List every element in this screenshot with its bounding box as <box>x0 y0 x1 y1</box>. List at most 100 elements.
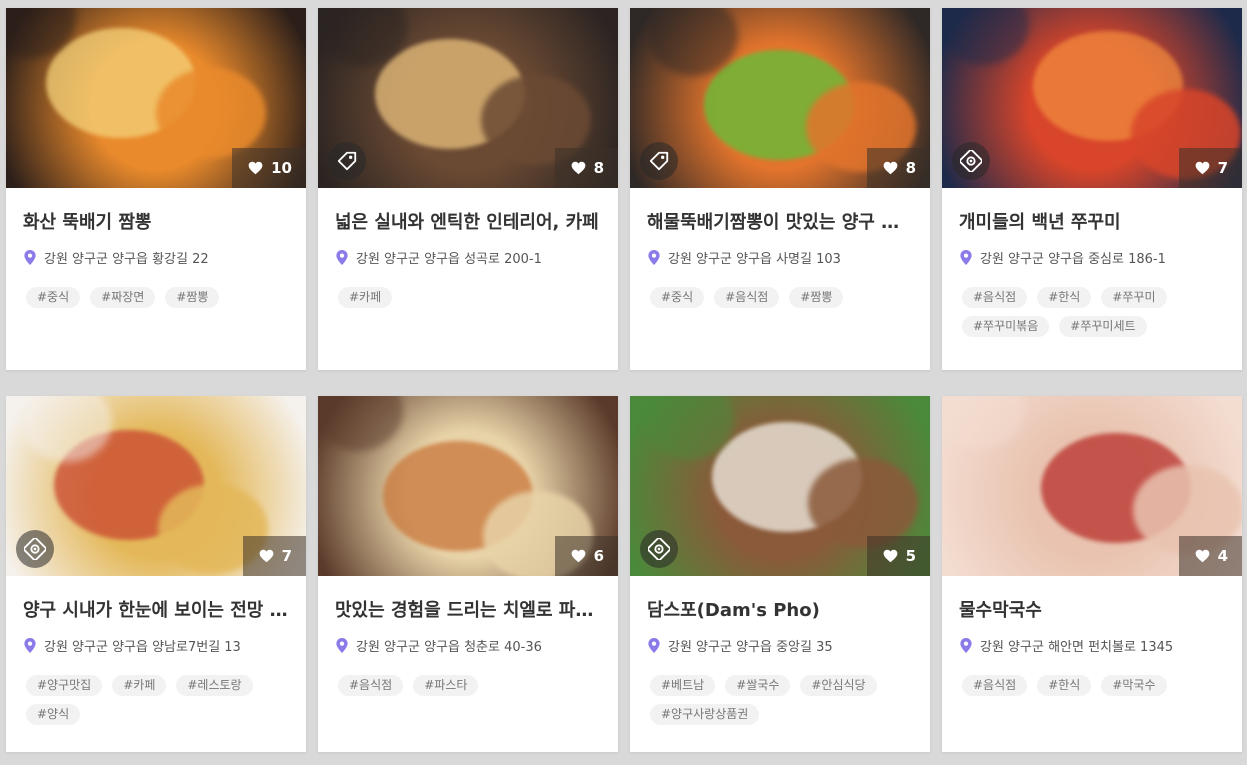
hashtag-chip[interactable]: #카페 <box>112 675 167 696</box>
photo-shape <box>156 68 266 158</box>
restaurant-photo[interactable]: 5 <box>630 396 930 576</box>
tag-list: #중식 #음식점 #짬뽕 <box>650 287 916 308</box>
location-pin-icon <box>336 250 348 265</box>
restaurant-card-link[interactable]: 7 개미들의 백년 쭈꾸미 강원 양구군 양구읍 중심로 186-1 #음식점 #… <box>942 8 1242 370</box>
hashtag-chip[interactable]: #쌀국수 <box>725 675 791 696</box>
hashtag-chip[interactable]: #베트남 <box>650 675 716 696</box>
tag-icon <box>649 151 669 171</box>
like-count: 8 <box>905 159 916 177</box>
hashtag-chip[interactable]: #양구사랑상품권 <box>650 704 760 725</box>
photo-shape <box>318 396 403 451</box>
hashtag-chip[interactable]: #음식점 <box>962 287 1028 308</box>
restaurant-title[interactable]: 해물뚝배기짬뽕이 맛있는 양구 중식당 <box>647 210 914 236</box>
hashtag-chip[interactable]: #짜장면 <box>90 287 156 308</box>
restaurant-card-6[interactable]: 6 맛있는 경험을 드리는 치엘로 파스타 강원 양구군 양구읍 청춘로 40-… <box>318 396 618 752</box>
tag-icon <box>337 151 357 171</box>
restaurant-card-link[interactable]: 8 넓은 실내와 엔틱한 인테리어, 카페 강원 양구군 양구읍 성곡로 200… <box>318 8 618 370</box>
hashtag-chip[interactable]: #중식 <box>650 287 705 308</box>
like-count-badge[interactable]: 6 <box>554 536 618 576</box>
hashtag-chip[interactable]: #짬뽕 <box>789 287 844 308</box>
like-count-badge[interactable]: 4 <box>1178 536 1242 576</box>
tag-list: #중식 #짜장면 #짬뽕 <box>26 287 292 308</box>
restaurant-photo[interactable]: 4 <box>942 396 1242 576</box>
tag-icon-badge <box>328 142 366 180</box>
restaurant-card-link[interactable]: 4 물수막국수 강원 양구군 해안면 펀치볼로 1345 #음식점 #한식 #막국수 <box>942 396 1242 752</box>
hashtag-chip[interactable]: #음식점 <box>338 675 404 696</box>
like-count-badge[interactable]: 7 <box>1178 148 1242 188</box>
restaurant-photo[interactable]: 6 <box>318 396 618 576</box>
hashtag-chip[interactable]: #파스타 <box>413 675 479 696</box>
like-count-badge[interactable]: 10 <box>232 148 306 188</box>
restaurant-card-link[interactable]: 7 양구 시내가 한눈에 보이는 전망 좋은 레스토랑 강원 양구군 양구읍 양… <box>6 396 306 752</box>
location-pin-icon <box>336 638 348 653</box>
like-count: 7 <box>1217 159 1228 177</box>
like-count: 10 <box>271 159 292 177</box>
tag-list: #카페 <box>338 287 604 308</box>
photo-shape <box>942 8 1029 65</box>
restaurant-card-3[interactable]: 8 해물뚝배기짬뽕이 맛있는 양구 중식당 강원 양구군 양구읍 사명길 103… <box>630 8 930 370</box>
like-count: 8 <box>593 159 604 177</box>
restaurant-card-link[interactable]: 10 화산 뚝배기 짬뽕 강원 양구군 양구읍 황강길 22 #중식 #짜장면 #짬… <box>6 8 306 370</box>
restaurant-title[interactable]: 화산 뚝배기 짬뽕 <box>23 210 290 236</box>
like-count-badge[interactable]: 5 <box>866 536 930 576</box>
restaurant-photo[interactable]: 8 <box>630 8 930 188</box>
address-text: 강원 양구군 양구읍 사명길 103 <box>668 252 841 267</box>
heart-icon <box>259 549 273 563</box>
restaurant-card-link[interactable]: 6 맛있는 경험을 드리는 치엘로 파스타 강원 양구군 양구읍 청춘로 40-… <box>318 396 618 752</box>
restaurant-photo[interactable]: 8 <box>318 8 618 188</box>
hashtag-chip[interactable]: #막국수 <box>1101 675 1167 696</box>
like-count: 4 <box>1217 547 1228 565</box>
restaurant-card-4[interactable]: 7 개미들의 백년 쭈꾸미 강원 양구군 양구읍 중심로 186-1 #음식점 #… <box>942 8 1242 370</box>
hashtag-chip[interactable]: #양식 <box>26 704 81 725</box>
photo-shape <box>942 396 1025 449</box>
restaurant-card-8[interactable]: 4 물수막국수 강원 양구군 해안면 펀치볼로 1345 #음식점 #한식 #막국수 <box>942 396 1242 752</box>
coupon-icon <box>960 150 982 172</box>
hashtag-chip[interactable]: #음식점 <box>714 287 780 308</box>
heart-icon <box>1195 549 1209 563</box>
restaurant-card-7[interactable]: 5 담스포(Dam's Pho) 강원 양구군 양구읍 중앙길 35 #베트남 #… <box>630 396 930 752</box>
hashtag-chip[interactable]: #한식 <box>1037 675 1092 696</box>
hashtag-chip[interactable]: #쭈꾸미 <box>1101 287 1167 308</box>
restaurant-title[interactable]: 물수막국수 <box>959 598 1226 624</box>
restaurant-photo[interactable]: 7 <box>942 8 1242 188</box>
coupon-icon-badge <box>16 530 54 568</box>
hashtag-chip[interactable]: #중식 <box>26 287 81 308</box>
restaurant-card-2[interactable]: 8 넓은 실내와 엔틱한 인테리어, 카페 강원 양구군 양구읍 성곡로 200… <box>318 8 618 370</box>
restaurant-card-link[interactable]: 8 해물뚝배기짬뽕이 맛있는 양구 중식당 강원 양구군 양구읍 사명길 103… <box>630 8 930 370</box>
restaurant-title[interactable]: 담스포(Dam's Pho) <box>647 598 914 624</box>
restaurant-card-link[interactable]: 5 담스포(Dam's Pho) 강원 양구군 양구읍 중앙길 35 #베트남 #… <box>630 396 930 752</box>
heart-icon <box>571 161 585 175</box>
restaurant-title[interactable]: 넓은 실내와 엔틱한 인테리어, 카페 <box>335 210 602 236</box>
like-count-badge[interactable]: 7 <box>242 536 306 576</box>
hashtag-chip[interactable]: #쭈꾸미세트 <box>1059 316 1147 337</box>
coupon-icon-badge <box>640 530 678 568</box>
like-count: 7 <box>281 547 292 565</box>
like-count: 5 <box>905 547 916 565</box>
hashtag-chip[interactable]: #음식점 <box>962 675 1028 696</box>
restaurant-address: 강원 양구군 양구읍 중심로 186-1 <box>960 248 1226 267</box>
restaurant-address: 강원 양구군 양구읍 중앙길 35 <box>648 636 914 655</box>
tag-list: #음식점 #한식 #막국수 <box>962 675 1228 696</box>
like-count-badge[interactable]: 8 <box>554 148 618 188</box>
restaurant-title[interactable]: 양구 시내가 한눈에 보이는 전망 좋은 레스토랑 <box>23 598 290 624</box>
hashtag-chip[interactable]: #카페 <box>338 287 393 308</box>
hashtag-chip[interactable]: #한식 <box>1037 287 1092 308</box>
restaurant-card-1[interactable]: 10 화산 뚝배기 짬뽕 강원 양구군 양구읍 황강길 22 #중식 #짜장면 #짬… <box>6 8 306 370</box>
coupon-icon-badge <box>952 142 990 180</box>
heart-icon <box>571 549 585 563</box>
location-pin-icon <box>24 638 36 653</box>
hashtag-chip[interactable]: #짬뽕 <box>165 287 220 308</box>
restaurant-photo[interactable]: 10 <box>6 8 306 188</box>
restaurant-title[interactable]: 맛있는 경험을 드리는 치엘로 파스타 <box>335 598 602 624</box>
hashtag-chip[interactable]: #양구맛집 <box>26 675 103 696</box>
hashtag-chip[interactable]: #쭈꾸미볶음 <box>962 316 1050 337</box>
restaurant-card-5[interactable]: 7 양구 시내가 한눈에 보이는 전망 좋은 레스토랑 강원 양구군 양구읍 양… <box>6 396 306 752</box>
address-text: 강원 양구군 양구읍 황강길 22 <box>44 252 209 267</box>
address-text: 강원 양구군 양구읍 중심로 186-1 <box>980 252 1166 267</box>
hashtag-chip[interactable]: #레스토랑 <box>176 675 253 696</box>
restaurant-title[interactable]: 개미들의 백년 쭈꾸미 <box>959 210 1226 236</box>
restaurant-photo[interactable]: 7 <box>6 396 306 576</box>
like-count-badge[interactable]: 8 <box>866 148 930 188</box>
tag-list: #음식점 #한식 #쭈꾸미 #쭈꾸미볶음 #쭈꾸미세트 <box>962 287 1228 337</box>
hashtag-chip[interactable]: #안심식당 <box>800 675 877 696</box>
